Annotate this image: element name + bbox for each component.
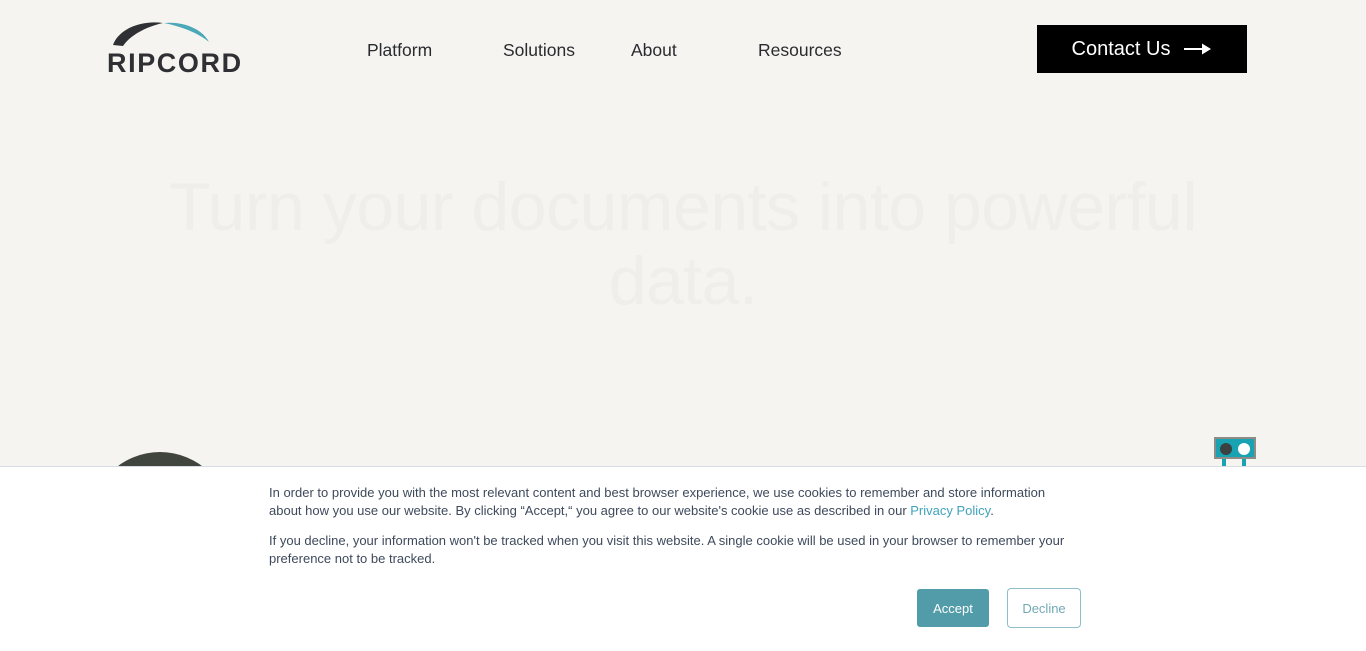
nav-item-platform[interactable]: Platform <box>367 38 503 62</box>
cookie-banner-body: In order to provide you with the most re… <box>269 484 1081 628</box>
nav-item-solutions[interactable]: Solutions <box>503 38 631 62</box>
contact-us-label: Contact Us <box>1071 37 1171 60</box>
main-navigation: Platform Solutions About Resources <box>367 38 878 62</box>
cookie-consent-banner: In order to provide you with the most re… <box>0 466 1366 651</box>
nav-item-resources[interactable]: Resources <box>758 38 878 62</box>
robot-eye-dark <box>1220 443 1232 455</box>
hero-title: Turn your documents into powerful data. <box>169 169 1197 319</box>
privacy-policy-link[interactable]: Privacy Policy <box>910 503 990 518</box>
accept-cookies-button[interactable]: Accept <box>917 589 989 627</box>
arrow-right-icon <box>1184 43 1212 55</box>
contact-us-button[interactable]: Contact Us <box>1037 25 1247 73</box>
cookie-paragraph-1-period: . <box>990 503 994 518</box>
robot-body <box>1214 437 1256 459</box>
cookie-paragraph-1: In order to provide you with the most re… <box>269 484 1081 520</box>
cookie-paragraph-2: If you decline, your information won't b… <box>269 533 1065 566</box>
nav-item-about[interactable]: About <box>631 38 758 62</box>
site-header: RIPCORD Platform Solutions About Resourc… <box>0 0 1366 100</box>
logo-wordmark: RIPCORD <box>107 48 243 78</box>
cookie-banner-actions: Accept Decline <box>269 588 1081 628</box>
decline-cookies-button[interactable]: Decline <box>1007 588 1081 628</box>
parachute-canopy-icon <box>113 22 209 46</box>
robot-eye-light <box>1238 443 1250 455</box>
hero-section: Turn your documents into powerful data. <box>0 170 1366 318</box>
logo-link[interactable]: RIPCORD <box>107 20 267 78</box>
